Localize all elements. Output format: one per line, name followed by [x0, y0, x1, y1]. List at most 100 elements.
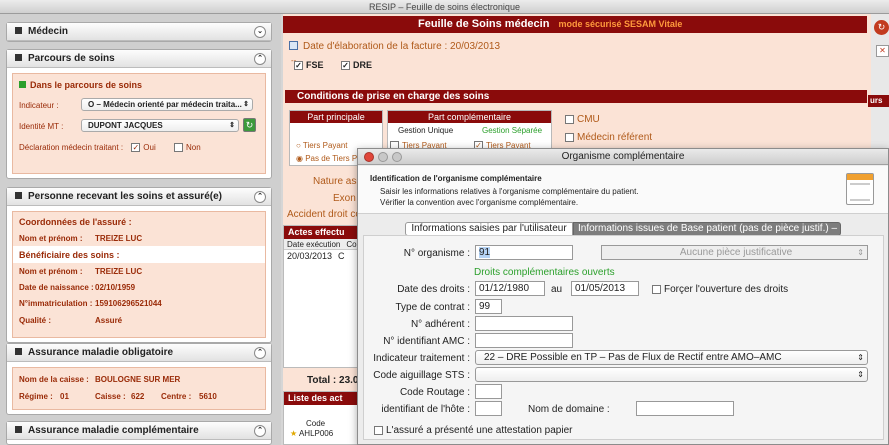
- actes-table: Actes effectu Date exécution Co 20/03/201…: [283, 225, 359, 368]
- identite-select[interactable]: DUPONT JACQUES ⇕: [81, 119, 239, 132]
- dialog-desc2: Vérifier la convention avec l'organisme …: [380, 198, 579, 207]
- nature-label: Nature ass: [313, 176, 362, 187]
- domaine-input[interactable]: [636, 401, 734, 416]
- table-row[interactable]: 20/03/2013 C: [284, 250, 358, 263]
- naissance-value: 02/10/1959: [95, 283, 136, 292]
- aiguillage-select[interactable]: ⇕: [475, 367, 868, 382]
- bullet-icon: [15, 348, 22, 355]
- refresh-icon[interactable]: ↻: [243, 118, 256, 132]
- oui-label: Oui: [143, 143, 156, 152]
- collapse-icon[interactable]: ⌃: [254, 347, 266, 359]
- regime-value: 01: [60, 392, 69, 401]
- bullet-icon: [15, 192, 22, 199]
- part-principale-header: Part principale: [290, 111, 382, 123]
- n-org-label: N° organisme :: [403, 248, 470, 259]
- organisme-dialog: Organisme complémentaire Identification …: [357, 148, 889, 445]
- attestation-row: L'assuré a présenté une attestation papi…: [374, 425, 572, 436]
- table-row[interactable]: ★ AHLP006: [284, 428, 358, 439]
- code-row-value: AHLP006: [298, 429, 334, 438]
- hote-input[interactable]: [475, 401, 502, 416]
- status-square-icon: [19, 81, 26, 88]
- collapse-icon[interactable]: ⌃: [254, 191, 266, 203]
- immat-label: N°immatriculation :: [19, 299, 93, 308]
- personne-panel: Personne recevant les soins et assuré(e)…: [6, 187, 272, 343]
- date-to-input[interactable]: 01/05/2013: [571, 281, 639, 296]
- date-from-input[interactable]: 01/12/1980: [475, 281, 545, 296]
- left-sidebar: Médecin ⌄ Parcours de soins ⌃ Dans le parc…: [0, 14, 281, 445]
- medecin-ref-checkbox[interactable]: [565, 132, 574, 142]
- amo-panel: Assurance maladie obligatoire ⌃ Nom de la…: [6, 343, 272, 415]
- immat-value: 159106296521044: [95, 299, 162, 308]
- amo-header[interactable]: Assurance maladie obligatoire ⌃: [7, 344, 271, 362]
- main-header: Feuille de Soins médecin mode sécurisé S…: [283, 16, 867, 33]
- liste-table: Liste des act Code ★ AHLP006: [283, 391, 359, 445]
- pas-tiers-radio-row[interactable]: ◉ Pas de Tiers Pa: [296, 154, 362, 163]
- conditions-header: Conditions de prise en charge des soins: [285, 90, 867, 103]
- close-icon[interactable]: [364, 152, 374, 162]
- identite-label: Identité MT :: [19, 122, 64, 131]
- dre-label: DRE: [353, 60, 373, 70]
- amc-input[interactable]: [475, 333, 573, 348]
- right-red-tag[interactable]: urs: [868, 95, 889, 107]
- collapse-icon[interactable]: ⌃: [254, 425, 266, 437]
- type-contrat-input[interactable]: 99: [475, 299, 502, 314]
- dre-checkbox[interactable]: ✓: [341, 61, 350, 71]
- dialog-heading: Identification de l'organisme complément…: [370, 174, 542, 183]
- part-complementaire-header: Part complémentaire: [388, 111, 551, 123]
- amc-header[interactable]: Assurance maladie complémentaire ⌃: [7, 422, 271, 440]
- domaine-label: Nom de domaine :: [528, 404, 610, 415]
- indic-select[interactable]: 22 – DRE Possible en TP – Pas de Flux de…: [475, 350, 868, 365]
- select-arrows-icon: ⇕: [243, 101, 249, 108]
- qualite-label: Qualité :: [19, 316, 52, 325]
- row-date: 20/03/2013: [287, 251, 333, 261]
- nom-value: TREIZE LUC: [95, 234, 143, 243]
- indicateur-select[interactable]: O – Médecin orienté par médecin traita..…: [81, 98, 253, 111]
- tab-base-patient[interactable]: Informations issues de Base patient (pas…: [573, 222, 841, 236]
- medecin-header[interactable]: Médecin ⌄: [7, 23, 271, 41]
- minimize-icon[interactable]: [378, 152, 388, 162]
- right-x-icon[interactable]: ✕: [876, 45, 889, 57]
- expand-icon[interactable]: ⌄: [254, 26, 266, 38]
- fse-checkbox[interactable]: ✓: [294, 61, 303, 71]
- adherent-input[interactable]: [475, 316, 573, 331]
- calendar-icon: [289, 41, 298, 50]
- cmu-checkbox[interactable]: [565, 114, 574, 124]
- caisse-value: BOULOGNE SUR MER: [95, 375, 181, 384]
- tiers-payant-label: Tiers Payant: [302, 141, 348, 150]
- personne-header[interactable]: Personne recevant les soins et assuré(e)…: [7, 188, 271, 206]
- accident-label: Accident droit co: [287, 209, 361, 220]
- personne-body: Coordonnées de l'assuré : Nom et prénom …: [12, 211, 266, 338]
- amc-title: Assurance maladie complémentaire: [28, 425, 199, 436]
- window-title: RESIP – Feuille de soins électronique: [0, 0, 889, 14]
- fse-label: FSE: [306, 60, 324, 70]
- identite-select-value: DUPONT JACQUES: [88, 121, 163, 130]
- oui-checkbox[interactable]: ✓: [131, 143, 141, 153]
- forcer-checkbox[interactable]: [652, 284, 661, 294]
- parcours-body: Dans le parcours de soins Indicateur : O…: [12, 73, 266, 174]
- date-label: Date d'élaboration de la facture : 20/03…: [303, 41, 501, 52]
- qualite-value: Assuré: [95, 316, 123, 325]
- tiers-payant-radio-row[interactable]: ○ Tiers Payant: [296, 141, 348, 150]
- naissance-label: Date de naissance :: [19, 283, 94, 292]
- routage-input[interactable]: [475, 384, 502, 399]
- collapse-icon[interactable]: ⌃: [254, 53, 266, 65]
- non-checkbox[interactable]: [173, 143, 183, 153]
- right-action-icon[interactable]: ↻: [874, 20, 889, 35]
- medecin-title: Médecin: [28, 26, 69, 37]
- adherent-label: N° adhérent :: [410, 319, 470, 330]
- hote-label: identifiant de l'hôte :: [381, 404, 470, 415]
- attestation-checkbox[interactable]: [374, 425, 383, 435]
- total-label: Total : 23.0: [307, 375, 359, 386]
- piece-select[interactable]: Aucune pièce justificative ⇕: [601, 245, 868, 260]
- centre-label: Centre :: [161, 392, 192, 401]
- zoom-icon[interactable]: [392, 152, 402, 162]
- n-org-input[interactable]: 91: [475, 245, 573, 260]
- cmu-row: CMU: [565, 114, 600, 125]
- col-date-header: Date exécution: [287, 240, 341, 249]
- tab-user-info[interactable]: Informations saisies par l'utilisateur: [405, 222, 573, 236]
- actes-header: Actes effectu: [284, 226, 358, 239]
- indic-label: Indicateur traitement :: [373, 353, 470, 364]
- bullet-icon: [15, 54, 22, 61]
- main-header-title: Feuille de Soins médecin: [418, 18, 550, 30]
- parcours-header[interactable]: Parcours de soins ⌃: [7, 50, 271, 68]
